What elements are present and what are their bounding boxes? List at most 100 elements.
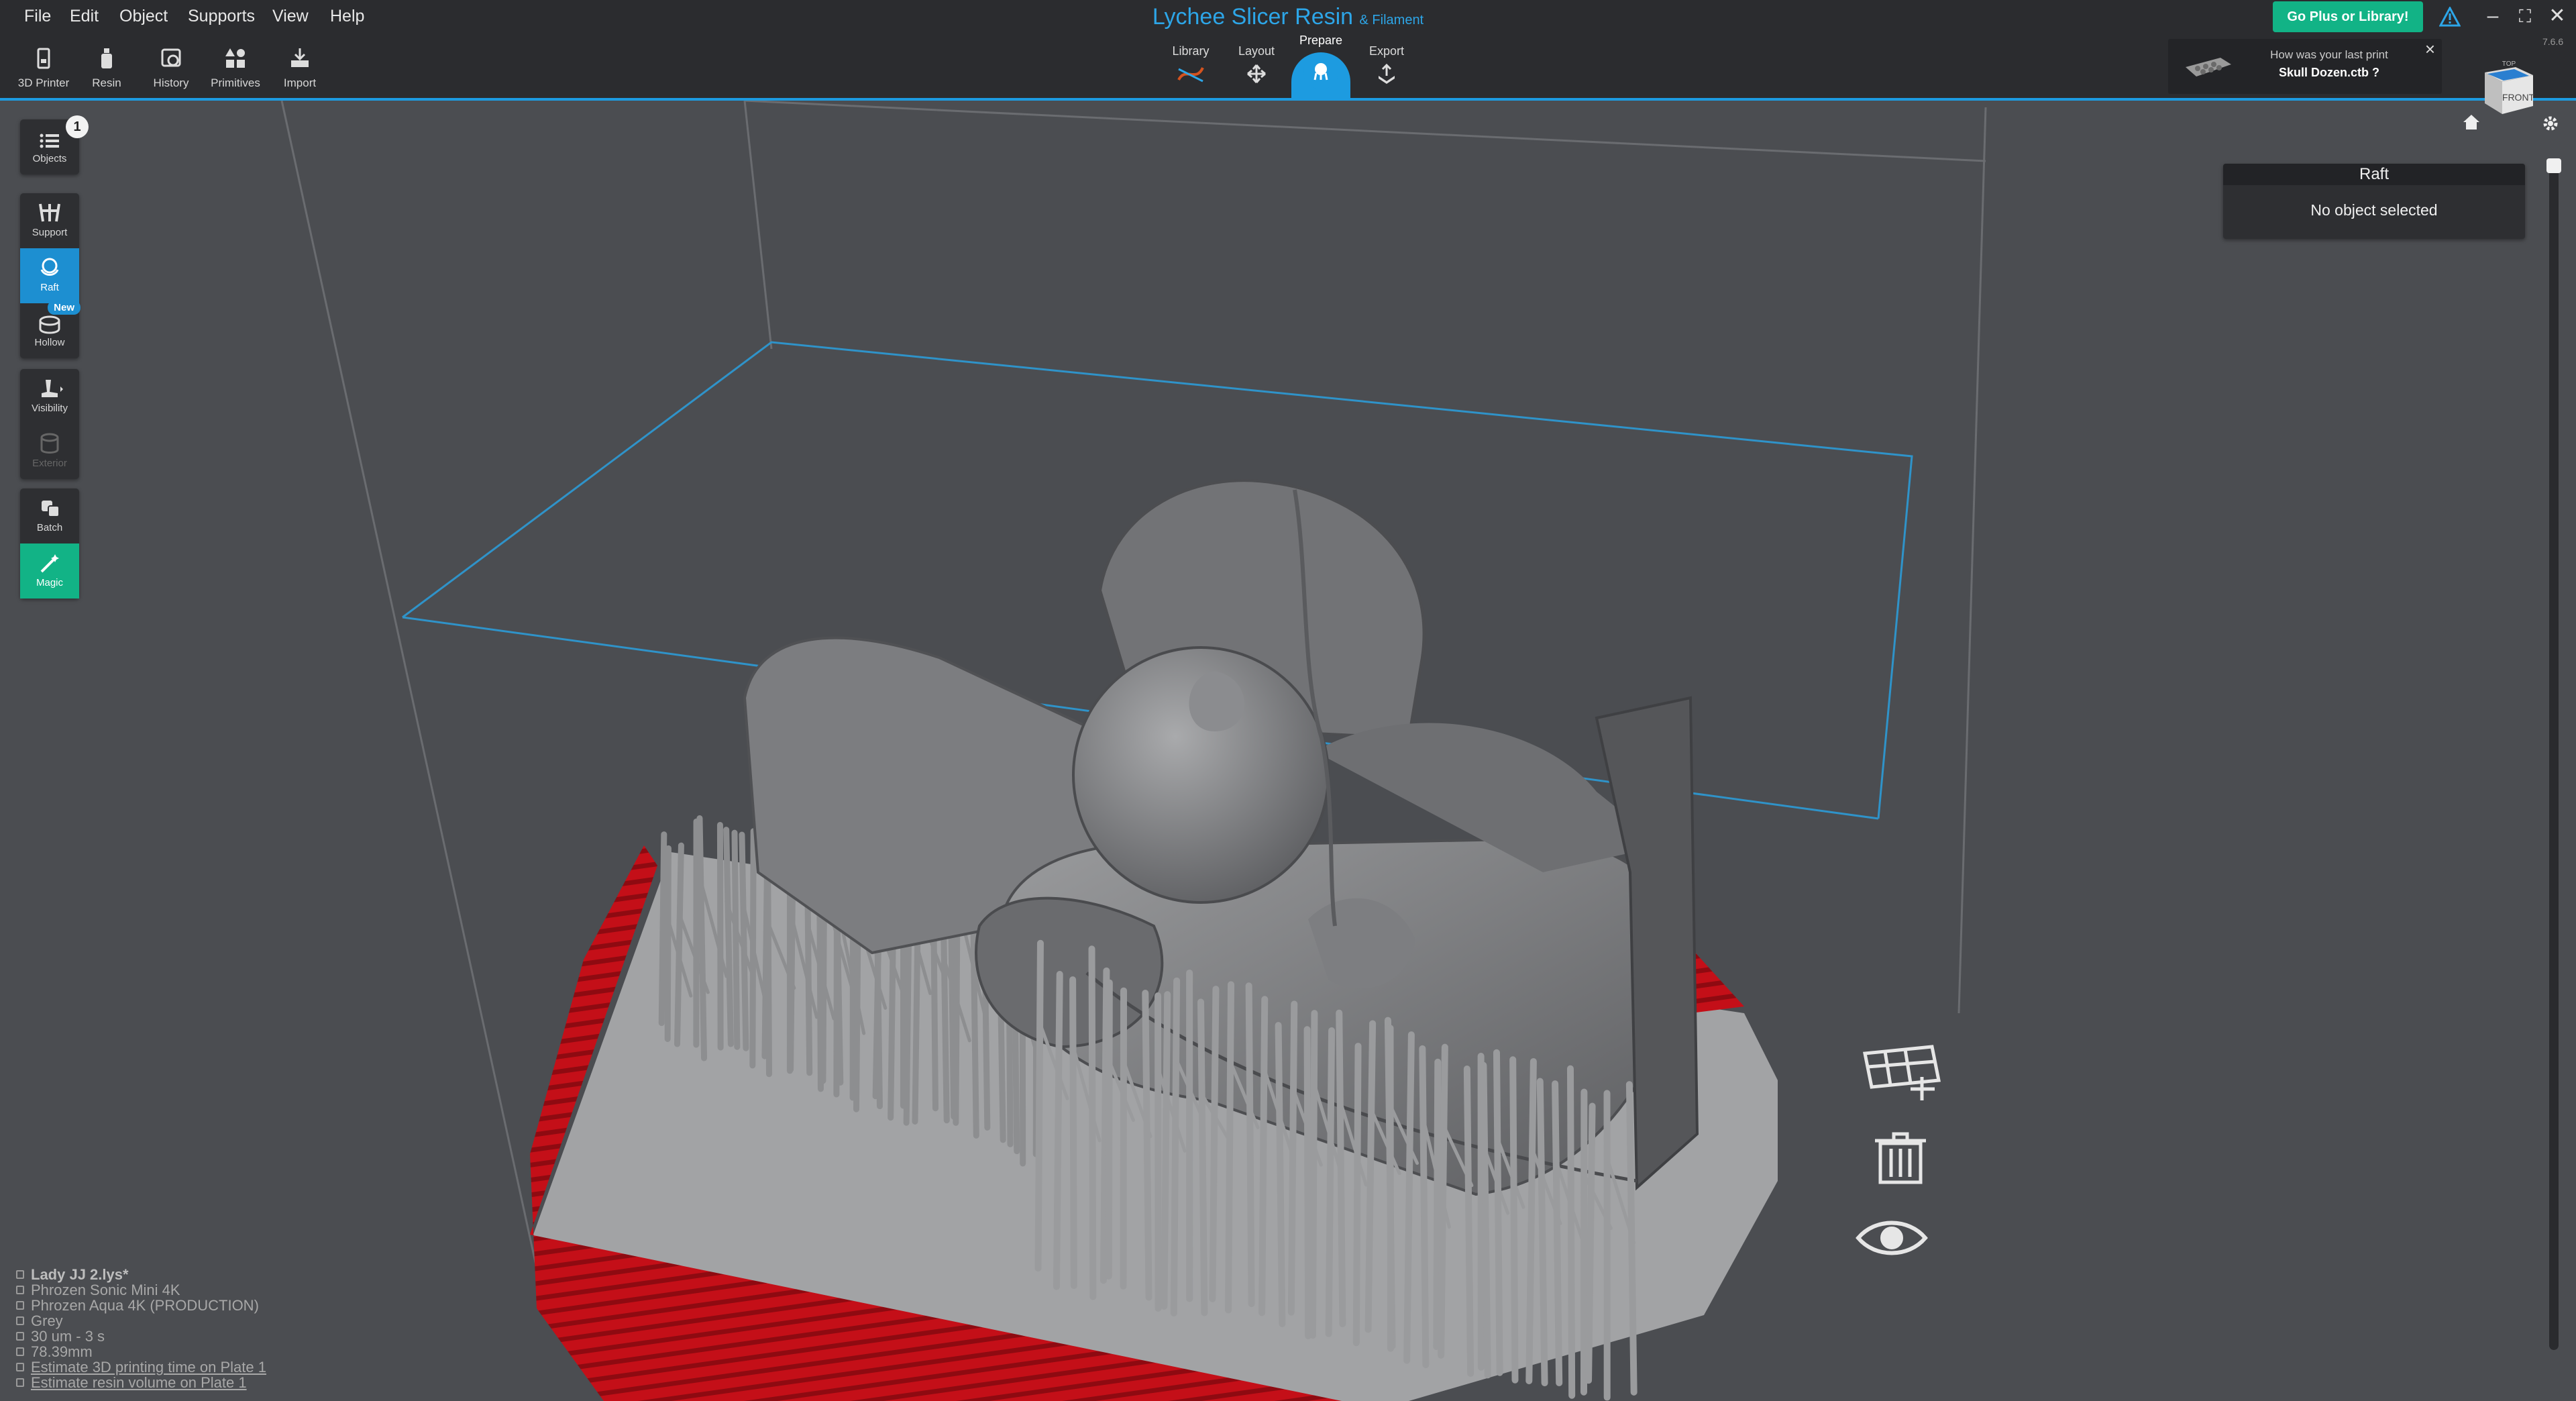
export-icon: [1379, 64, 1395, 84]
layer-slider-handle[interactable]: [2546, 158, 2561, 173]
support-pillar: [1525, 1057, 1537, 1385]
tool-history[interactable]: History: [141, 47, 201, 90]
menu-edit[interactable]: Edit: [70, 7, 99, 26]
file-info: Lady JJ 2.lys* Phrozen Sonic Mini 4K Phr…: [16, 1267, 266, 1390]
viewport-3d[interactable]: [0, 101, 2576, 1401]
support-pillar: [1287, 1000, 1298, 1316]
exterior-button[interactable]: Exterior: [20, 424, 79, 479]
raft-icon: [40, 258, 59, 276]
support-pillar: [664, 845, 672, 1042]
support-pillar: [1419, 1045, 1430, 1369]
layer-slider-track[interactable]: [2549, 158, 2559, 1350]
stage-export[interactable]: Export: [1356, 44, 1417, 84]
menu-help[interactable]: Help: [330, 7, 364, 26]
eye-icon[interactable]: [1856, 1221, 1928, 1255]
import-icon: [291, 48, 309, 67]
home-icon[interactable]: [2462, 113, 2481, 132]
tool-label: History: [153, 76, 189, 89]
support-pillar: [739, 831, 749, 1051]
estimate-time-link[interactable]: Estimate 3D printing time on Plate 1: [16, 1359, 266, 1375]
prepare-support-icon: [1303, 54, 1338, 89]
maximize-icon[interactable]: ⛶: [2512, 3, 2538, 30]
support-pillar: [1258, 996, 1269, 1316]
batch-button[interactable]: Batch: [20, 488, 79, 543]
support-pillar: [1088, 945, 1097, 1300]
support-pillar: [1438, 1043, 1448, 1359]
support-pillar: [1053, 971, 1063, 1290]
support-pillar: [1245, 982, 1255, 1308]
visibility-label: Visibility: [32, 403, 68, 414]
close-icon[interactable]: ✕: [2544, 3, 2571, 30]
raft-panel-title: Raft: [2223, 164, 2525, 185]
notification-close-icon[interactable]: ×: [2425, 39, 2435, 60]
warning-icon[interactable]: [2439, 7, 2461, 27]
support-pillar: [1105, 979, 1113, 1280]
batch-group: Batch Magic: [20, 488, 79, 599]
exterior-icon: [40, 433, 59, 454]
print-thumbnail-icon: [2186, 58, 2231, 76]
raft-label: Raft: [40, 282, 59, 293]
support-pillar: [731, 829, 741, 1050]
go-plus-button[interactable]: Go Plus or Library!: [2273, 1, 2423, 32]
visibility-group: Visibility Exterior: [20, 369, 79, 479]
stage-prepare[interactable]: Prepare: [1291, 34, 1351, 91]
view-cube[interactable]: FRONT TOP: [2475, 52, 2540, 117]
visibility-button[interactable]: Visibility: [20, 369, 79, 424]
raft-panel: Raft No object selected: [2223, 164, 2525, 239]
notification-question: How was your last print: [2270, 48, 2388, 61]
support-pillar: [1625, 1081, 1638, 1396]
magic-wand-icon: [40, 554, 59, 573]
support-pillar: [1170, 977, 1181, 1316]
support-pillar: [1480, 1061, 1491, 1379]
magic-button[interactable]: Magic: [20, 543, 79, 599]
stage-layout[interactable]: Layout: [1226, 44, 1287, 84]
menu-file[interactable]: File: [24, 7, 51, 26]
app-title: Lychee Slicer Resin & Filament: [1152, 4, 1424, 30]
resin-bottle-icon: [101, 48, 112, 68]
resin-name: Phrozen Aqua 4K (PRODUCTION): [16, 1298, 266, 1313]
raft-button[interactable]: Raft: [20, 248, 79, 303]
tool-label: 3D Printer: [17, 76, 70, 89]
model-height: 78.39mm: [16, 1344, 266, 1359]
support-pillar: [1403, 1031, 1415, 1364]
support-pillar: [1224, 981, 1235, 1314]
hollow-button[interactable]: New Hollow: [20, 301, 80, 358]
tool-3d-printer[interactable]: 3D Printer: [13, 47, 74, 90]
tool-label: Import: [283, 76, 317, 89]
move-arrows-icon: [1247, 64, 1266, 83]
list-icon: [40, 134, 59, 148]
menu-view[interactable]: View: [272, 7, 309, 26]
feedback-notification[interactable]: How was your last print Skull Dozen.ctb …: [2168, 39, 2442, 94]
magic-label: Magic: [36, 577, 63, 588]
notification-file: Skull Dozen.ctb ?: [2278, 66, 2379, 79]
tool-resin[interactable]: Resin: [76, 47, 137, 90]
menu-supports[interactable]: Supports: [188, 7, 255, 26]
primitives-icon: [225, 48, 245, 68]
tool-primitives[interactable]: Primitives: [205, 47, 266, 90]
menu-object[interactable]: Object: [119, 7, 168, 26]
support-pillar: [1069, 976, 1077, 1290]
tool-import[interactable]: Import: [270, 47, 330, 90]
gear-icon[interactable]: [2541, 114, 2560, 133]
project-name: Lady JJ 2.lys*: [16, 1267, 266, 1282]
support-pillar: [1275, 1022, 1286, 1327]
support-pillar: [1364, 1020, 1377, 1333]
support-pillar: [1142, 990, 1152, 1301]
estimate-volume-link[interactable]: Estimate resin volume on Plate 1: [16, 1375, 266, 1390]
support-pillar: [1585, 1102, 1596, 1384]
trash-icon[interactable]: [1875, 1132, 1926, 1184]
hollow-label: Hollow: [34, 337, 65, 348]
support-pillar: [1552, 1080, 1563, 1386]
raft-panel-message: No object selected: [2310, 201, 2438, 219]
batch-label: Batch: [36, 522, 63, 533]
minimize-icon[interactable]: –: [2479, 3, 2506, 30]
support-pillar: [1303, 1026, 1312, 1339]
support-pillar: [658, 831, 667, 1027]
support-button[interactable]: Support: [20, 193, 79, 248]
add-plate-icon[interactable]: [1863, 1045, 1941, 1100]
support-pillar: [674, 842, 684, 1047]
support-pillar: [1209, 986, 1220, 1302]
support-pillar: [1463, 1066, 1474, 1377]
stage-library[interactable]: Library: [1161, 44, 1221, 84]
support-pillar: [1433, 1058, 1442, 1350]
